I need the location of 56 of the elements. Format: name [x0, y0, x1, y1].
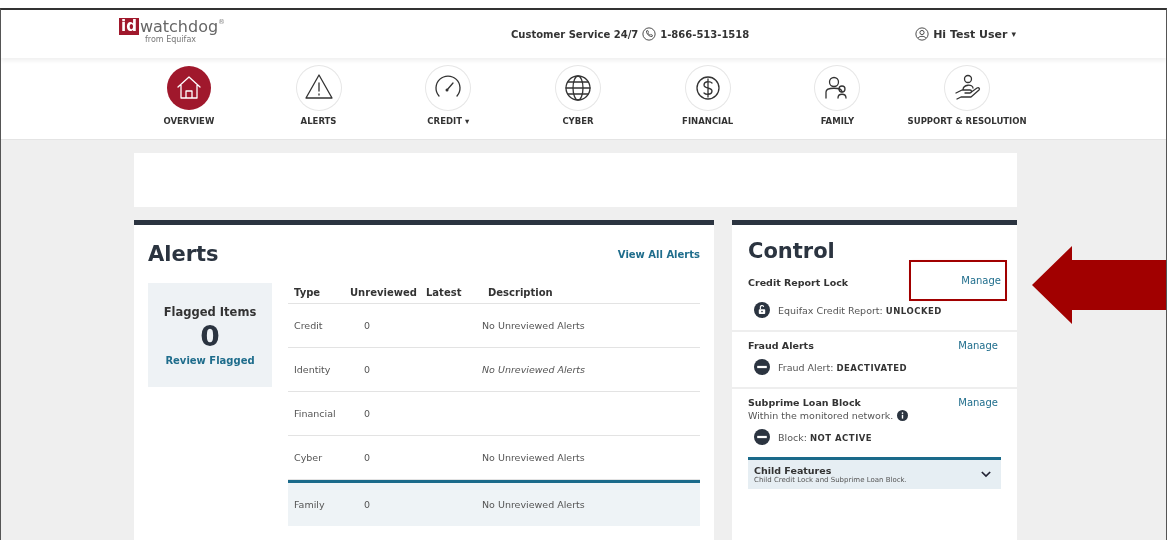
flagged-count: 0 [200, 319, 220, 355]
table-cell-text: 0 [363, 452, 372, 463]
minus-circle-icon [754, 359, 770, 375]
minus-circle-icon [754, 429, 770, 445]
manage-link[interactable]: Manage [955, 397, 1001, 408]
table-cell-text: 0 [363, 408, 372, 419]
section-description: Within the monitored network. [748, 410, 894, 421]
customer-service-label: Customer Service 24/7 [511, 28, 639, 40]
section-title: Fraud Alerts [748, 340, 814, 351]
table-cell-text: No Unreviewed Alerts [481, 320, 586, 331]
table-cell-text: No Unreviewed Alerts [481, 364, 586, 375]
table-row[interactable]: Financial 0 [288, 392, 700, 436]
table-cell-text: 0 [363, 320, 372, 331]
section-title: Credit Report Lock [748, 277, 849, 288]
table-cell-text: Identity [293, 364, 332, 375]
table-cell-text: No Unreviewed Alerts [481, 452, 586, 463]
manage-link[interactable]: Manage [911, 262, 1005, 299]
table-row[interactable]: Family 0 No Unreviewed Alerts [288, 480, 700, 526]
nav-tab[interactable]: CYBER [513, 66, 643, 139]
column-header: Type [293, 286, 322, 298]
chevron-icon [981, 471, 991, 478]
nav-tab[interactable]: OVERVIEW [124, 66, 254, 139]
flagged-items-title: Flagged Items [163, 304, 257, 319]
table-cell-text: Family [293, 499, 326, 510]
column-header: Unreviewed [349, 286, 418, 298]
manage-link[interactable]: Manage [955, 340, 1001, 351]
status-text: Fraud Alert: DEACTIVATED [778, 361, 908, 373]
column-header: Latest [425, 286, 463, 298]
phone-icon [642, 27, 657, 41]
table-cell-text: Credit [293, 320, 324, 331]
nav-tab[interactable]: SUPPORT & RESOLUTION [902, 66, 1032, 139]
user-menu[interactable]: Hi Test User ▾ [915, 27, 1016, 41]
table-row[interactable]: Identity 0 No Unreviewed Alerts [288, 348, 700, 392]
unlocked-padlock-icon [754, 302, 770, 318]
panel-title: Alerts [148, 242, 219, 266]
nav-tab[interactable]: FAMILY [772, 66, 903, 139]
user-icon [915, 27, 930, 41]
table-cell-text: 0 [363, 364, 372, 375]
info-icon[interactable] [897, 410, 909, 421]
section-title: Subprime Loan Block [748, 397, 862, 408]
panel-title: Control [748, 239, 836, 265]
phone-number[interactable]: 1-866-513-1518 [660, 28, 750, 40]
view-all-alerts-link[interactable]: View All Alerts [617, 248, 700, 260]
nav-tab[interactable]: ALERTS [253, 66, 384, 139]
nav-tab[interactable]: CREDIT ▾ [383, 66, 514, 139]
table-row[interactable]: Credit 0 No Unreviewed Alerts [288, 304, 700, 348]
column-header: Description [487, 286, 554, 298]
idwatchdog-logo[interactable]: id watchdog$^{®}$ from Equifax [119, 18, 226, 44]
table-cell-text: Cyber [293, 452, 324, 463]
status-text: Equifax Credit Report: UNLOCKED [778, 304, 942, 316]
table-cell-text: Financial [293, 408, 337, 419]
nav-tab[interactable]: FINANCIAL [642, 66, 773, 139]
table-cell-text: 0 [363, 499, 372, 510]
table-cell-text: No Unreviewed Alerts [481, 499, 586, 510]
status-text: Block: NOT ACTIVE [778, 431, 873, 443]
review-flagged-link[interactable]: Review Flagged [165, 354, 255, 366]
